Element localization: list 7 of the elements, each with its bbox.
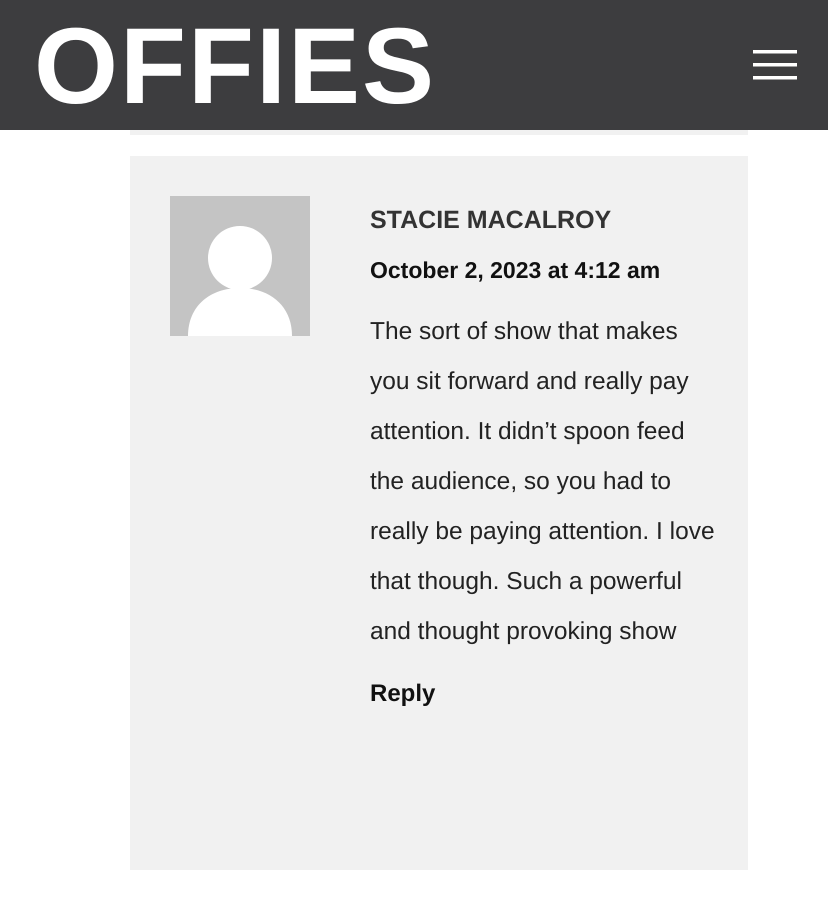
comment-date-link[interactable]: October 2, 2023 at 4:12 am [370, 255, 660, 285]
comment-text: The sort of show that makes you sit forward and really pay attention. It didn’t spoon feed the audience, so you had to really be paying attention. I love that though. Such a powerful and thought provoking show [370, 317, 715, 647]
site-logo[interactable]: OFFIES [34, 12, 436, 120]
reply-link[interactable]: Reply [370, 679, 436, 709]
comment-author: STACIE MACALROY [370, 205, 612, 235]
menu-icon[interactable] [753, 50, 797, 80]
avatar-icon [170, 196, 310, 336]
